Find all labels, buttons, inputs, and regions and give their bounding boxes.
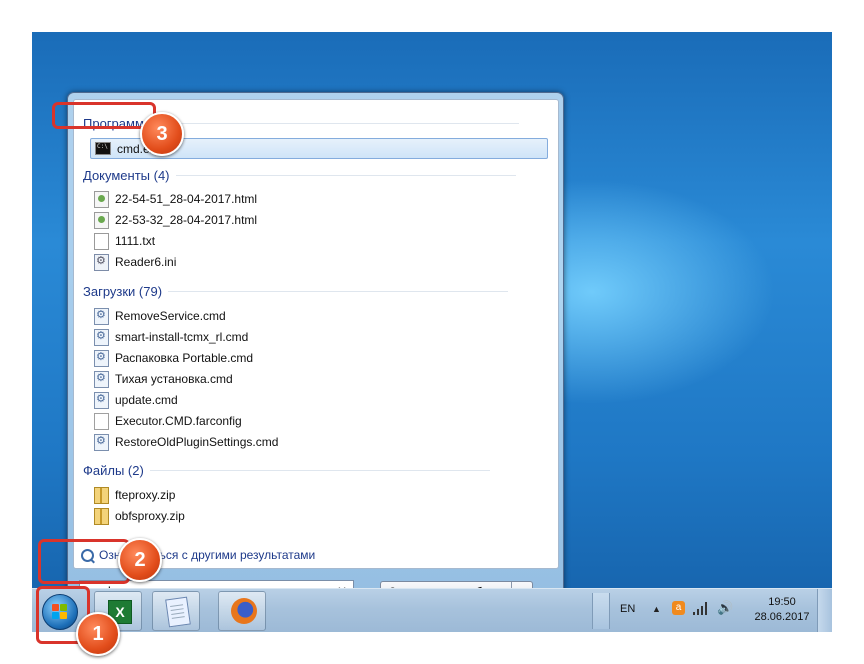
batch-file-icon — [94, 370, 109, 388]
result-item-ini[interactable]: Reader6.ini — [94, 252, 534, 272]
taskbar: X EN ▲ a 🔊 19:50 28.06.2017 — [32, 588, 832, 632]
result-item-label: fteproxy.zip — [115, 488, 176, 502]
result-item-html-1[interactable]: 22-54-51_28-04-2017.html — [94, 189, 534, 209]
result-item-txt[interactable]: 1111.txt — [94, 231, 534, 251]
highlight-search-box — [38, 539, 130, 584]
firefox-icon — [231, 598, 257, 624]
system-tray: EN ▲ a 🔊 19:50 28.06.2017 — [592, 589, 832, 632]
network-signal-icon[interactable] — [693, 601, 709, 615]
result-item-label: update.cmd — [115, 393, 178, 407]
zip-file-icon — [94, 507, 109, 525]
batch-file-icon — [94, 391, 109, 409]
result-item-label: obfsproxy.zip — [115, 509, 185, 523]
clock-time: 19:50 — [768, 596, 796, 608]
text-file-icon — [94, 232, 109, 250]
taskbar-notepad-button[interactable] — [152, 591, 200, 631]
group-header-downloads[interactable]: Загрузки (79) — [83, 284, 509, 299]
group-divider — [168, 291, 509, 292]
group-divider — [178, 123, 519, 124]
result-item-executor[interactable]: Executor.CMD.farconfig — [94, 411, 534, 431]
result-item-label: RestoreOldPluginSettings.cmd — [115, 435, 279, 449]
cmd-icon — [95, 142, 111, 155]
result-item-unpack-portable[interactable]: Распаковка Portable.cmd — [94, 348, 534, 368]
group-header-label: Документы (4) — [83, 168, 170, 183]
step-badge-2: 2 — [118, 538, 162, 582]
result-item-label: 1111.txt — [115, 234, 156, 248]
tray-grip — [592, 593, 610, 629]
result-item-label: smart-install-tcmx_rl.cmd — [115, 330, 249, 344]
group-divider — [175, 175, 516, 176]
group-header-files[interactable]: Файлы (2) — [83, 463, 490, 478]
result-item-removeservice[interactable]: RemoveService.cmd — [94, 306, 534, 326]
result-item-label: 22-53-32_28-04-2017.html — [115, 213, 258, 227]
result-item-smart-install[interactable]: smart-install-tcmx_rl.cmd — [94, 327, 534, 347]
notepad-icon — [165, 596, 191, 628]
group-header-label: Файлы (2) — [83, 463, 144, 478]
batch-file-icon — [94, 307, 109, 325]
result-item-update[interactable]: update.cmd — [94, 390, 534, 410]
zip-file-icon — [94, 486, 109, 504]
search-results-panel: Программы (1) cmd.exe Документы (4) 22-5… — [73, 99, 559, 569]
html-file-icon — [94, 190, 109, 208]
tray-app-icon[interactable]: a — [672, 601, 685, 615]
result-item-html-2[interactable]: 22-53-32_28-04-2017.html — [94, 210, 534, 230]
batch-file-icon — [94, 433, 109, 451]
result-item-label: Executor.CMD.farconfig — [115, 414, 242, 428]
clock[interactable]: 19:50 28.06.2017 — [742, 595, 822, 625]
result-item-obfsproxy[interactable]: obfsproxy.zip — [94, 506, 534, 526]
language-indicator[interactable]: EN — [620, 603, 635, 615]
step-badge-1: 1 — [76, 612, 120, 656]
generic-file-icon — [94, 412, 109, 430]
result-item-fteproxy[interactable]: fteproxy.zip — [94, 485, 534, 505]
group-header-documents[interactable]: Документы (4) — [83, 168, 516, 183]
batch-file-icon — [94, 349, 109, 367]
step-badge-3: 3 — [140, 112, 184, 156]
ini-file-icon — [94, 253, 109, 271]
result-item-label: RemoveService.cmd — [115, 309, 226, 323]
highlight-cmd-result — [52, 102, 156, 129]
batch-file-icon — [94, 328, 109, 346]
show-desktop-button[interactable] — [817, 589, 832, 632]
result-item-restore-plugin[interactable]: RestoreOldPluginSettings.cmd — [94, 432, 534, 452]
show-hidden-icons-chevron-icon[interactable]: ▲ — [652, 604, 661, 614]
result-item-label: Тихая установка.cmd — [115, 372, 233, 386]
result-item-label: 22-54-51_28-04-2017.html — [115, 192, 258, 206]
html-file-icon — [94, 211, 109, 229]
result-item-label: Распаковка Portable.cmd — [115, 351, 254, 365]
volume-icon[interactable]: 🔊 — [717, 600, 733, 616]
group-header-label: Загрузки (79) — [83, 284, 163, 299]
taskbar-firefox-button[interactable] — [218, 591, 266, 631]
group-divider — [149, 470, 490, 471]
result-item-silent-install[interactable]: Тихая установка.cmd — [94, 369, 534, 389]
result-item-label: Reader6.ini — [115, 255, 177, 269]
clock-date: 28.06.2017 — [754, 611, 810, 623]
